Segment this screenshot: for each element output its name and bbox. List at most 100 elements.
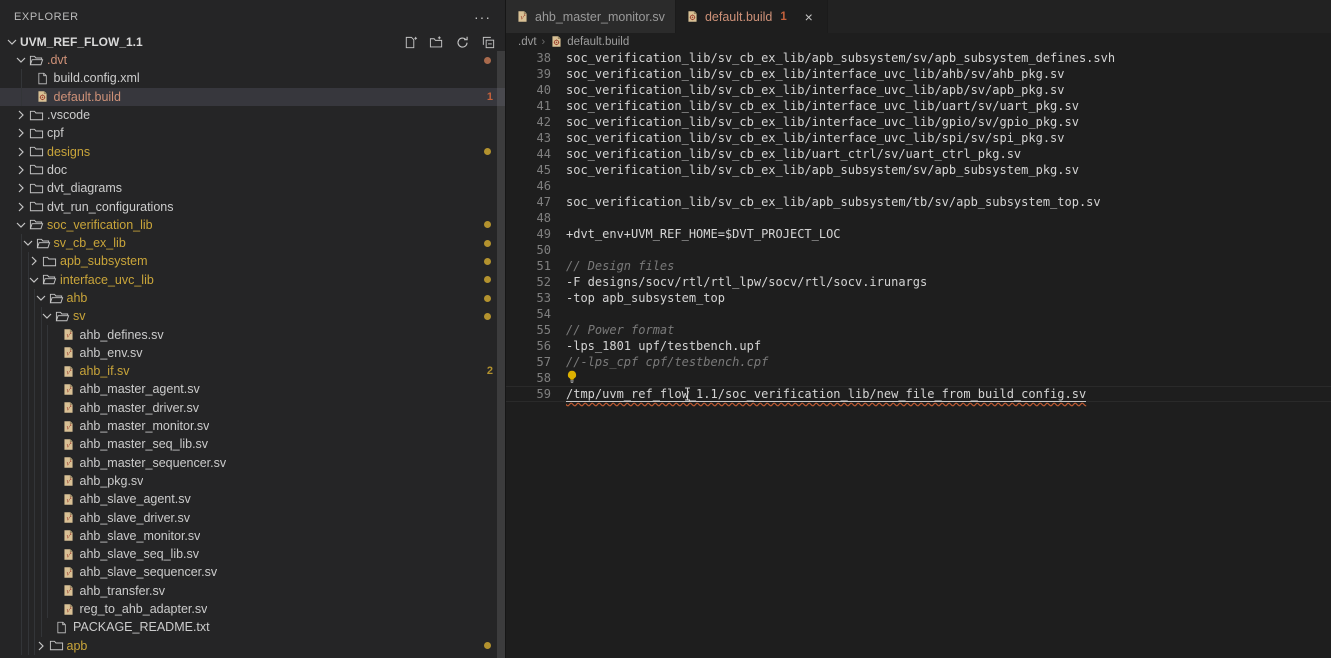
close-icon[interactable]: × [801,9,817,25]
error-file-link[interactable]: /tmp/uvm_ref_flow_1.1/soc_verification_l… [566,387,1086,402]
indent-guide [34,362,35,380]
project-section-header[interactable]: UVM_REF_FLOW_1.1 [0,33,505,51]
tree-item-build.config.xml[interactable]: build.config.xml [0,69,505,87]
tab-ahb_master_monitor.sv[interactable]: vahb_master_monitor.sv [506,0,676,33]
indent-guide [47,527,48,545]
tree-item-ahb_slave_sequencer.sv[interactable]: vahb_slave_sequencer.sv [0,563,505,581]
code-line-41[interactable]: 41soc_verification_lib/sv_cb_ex_lib/inte… [506,98,1331,114]
tree-item-ahb_pkg.sv[interactable]: vahb_pkg.sv [0,472,505,490]
code-line-39[interactable]: 39soc_verification_lib/sv_cb_ex_lib/inte… [506,66,1331,82]
new-folder-icon[interactable] [428,34,445,51]
tree-item-ahb[interactable]: ahb [0,289,505,307]
code-line-59[interactable]: 59/tmp/uvm_ref_flow_1.1/soc_verification… [506,386,1331,402]
code-line-49[interactable]: 49+dvt_env+UVM_REF_HOME=$DVT_PROJECT_LOC [506,226,1331,242]
indent-guide [21,454,22,472]
tree-item-ahb_slave_driver.sv[interactable]: vahb_slave_driver.sv [0,508,505,526]
line-number: 49 [506,226,551,242]
tree-item-.dvt[interactable]: .dvt [0,51,505,69]
breadcrumb-segment-.dvt[interactable]: .dvt [518,36,537,48]
line-number: 38 [506,50,551,66]
tree-item-sv[interactable]: sv [0,307,505,325]
tree-item-PACKAGE_README.txt[interactable]: PACKAGE_README.txt [0,618,505,636]
tree-item-designs[interactable]: designs [0,142,505,160]
folder-open-icon [55,308,73,324]
tree-item-ahb_transfer.sv[interactable]: vahb_transfer.sv [0,582,505,600]
indent-guide [41,490,42,508]
code-line-42[interactable]: 42soc_verification_lib/sv_cb_ex_lib/inte… [506,114,1331,130]
indent-guide [34,582,35,600]
tree-item-ahb_defines.sv[interactable]: vahb_defines.sv [0,325,505,343]
modified-dot [484,258,491,265]
comment-text: // Design files [566,258,674,274]
code-line-46[interactable]: 46 [506,178,1331,194]
tree-item-ahb_master_driver.sv[interactable]: vahb_master_driver.sv [0,399,505,417]
tree-item-reg_to_ahb_adapter.sv[interactable]: vreg_to_ahb_adapter.sv [0,600,505,618]
tree-item-sv_cb_ex_lib[interactable]: sv_cb_ex_lib [0,234,505,252]
modified-dot [484,240,491,247]
lightbulb-icon[interactable] [566,370,578,386]
breadcrumb-segment-default.build[interactable]: default.build [550,34,629,49]
code-line-45[interactable]: 45soc_verification_lib/sv_cb_ex_lib/apb_… [506,162,1331,178]
tree-item-ahb_master_monitor.sv[interactable]: vahb_master_monitor.sv [0,417,505,435]
tree-item-soc_verification_lib[interactable]: soc_verification_lib [0,216,505,234]
tree-item-ahb_slave_agent.sv[interactable]: vahb_slave_agent.sv [0,490,505,508]
indent-guide [41,344,42,362]
code-line-52[interactable]: 52-F designs/socv/rtl/rtl_lpw/socv/rtl/s… [506,274,1331,290]
more-actions-icon[interactable]: ··· [474,9,491,25]
new-file-icon[interactable] [402,34,419,51]
code-line-47[interactable]: 47soc_verification_lib/sv_cb_ex_lib/apb_… [506,194,1331,210]
tree-item-label: ahb_pkg.sv [80,474,144,488]
tree-item-apb[interactable]: apb [0,637,505,655]
code-line-51[interactable]: 51// Design files [506,258,1331,274]
tree-item-ahb_master_agent.sv[interactable]: vahb_master_agent.sv [0,380,505,398]
code-line-57[interactable]: 57//-lps_cpf cpf/testbench.cpf [506,354,1331,370]
file-sv-icon: v [62,363,80,379]
tree-item-label: ahb_master_monitor.sv [80,419,210,433]
code-line-38[interactable]: 38soc_verification_lib/sv_cb_ex_lib/apb_… [506,50,1331,66]
sidebar-scrollbar[interactable] [497,51,505,658]
tree-item-ahb_slave_monitor.sv[interactable]: vahb_slave_monitor.sv [0,527,505,545]
chevron-right-icon [13,180,29,196]
tree-item-cpf[interactable]: cpf [0,124,505,142]
indent-guide [28,435,29,453]
tree-item-ahb_master_seq_lib.sv[interactable]: vahb_master_seq_lib.sv [0,435,505,453]
code-line-54[interactable]: 54 [506,306,1331,322]
code-line-48[interactable]: 48 [506,210,1331,226]
tree-item-dvt_diagrams[interactable]: dvt_diagrams [0,179,505,197]
tree-item-default.build[interactable]: default.build1 [0,88,505,106]
code-line-53[interactable]: 53-top apb_subsystem_top [506,290,1331,306]
indent-guide [47,545,48,563]
chevron-right-icon [13,107,29,123]
tree-item-apb_subsystem[interactable]: apb_subsystem [0,252,505,270]
indent-guide [34,454,35,472]
chevron-right-icon [13,162,29,178]
explorer-header: EXPLORER ··· [0,0,505,33]
tree-item-.vscode[interactable]: .vscode [0,106,505,124]
tree-item-interface_uvc_lib[interactable]: interface_uvc_lib [0,271,505,289]
code-editor[interactable]: 38soc_verification_lib/sv_cb_ex_lib/apb_… [506,50,1331,658]
collapse-all-icon[interactable] [480,34,497,51]
tree-item-dvt_run_configurations[interactable]: dvt_run_configurations [0,197,505,215]
tree-item-ahb_if.sv[interactable]: vahb_if.sv2 [0,362,505,380]
code-line-43[interactable]: 43soc_verification_lib/sv_cb_ex_lib/inte… [506,130,1331,146]
tree-item-doc[interactable]: doc [0,161,505,179]
file-sv-icon: v [62,345,80,361]
tree-item-label: sv_cb_ex_lib [54,236,126,250]
code-line-56[interactable]: 56-lps_1801 upf/testbench.upf [506,338,1331,354]
indent-guide [41,563,42,581]
chevron-right-icon [13,199,29,215]
code-line-40[interactable]: 40soc_verification_lib/sv_cb_ex_lib/inte… [506,82,1331,98]
indent-guide [34,618,35,636]
code-line-55[interactable]: 55// Power format [506,322,1331,338]
tree-item-ahb_master_sequencer.sv[interactable]: vahb_master_sequencer.sv [0,454,505,472]
code-line-58[interactable]: 58 [506,370,1331,386]
folder-closed-icon [29,107,47,123]
tab-default.build[interactable]: default.build1× [676,0,828,33]
tree-item-ahb_env.sv[interactable]: vahb_env.sv [0,344,505,362]
refresh-icon[interactable] [454,34,471,51]
folder-open-icon [36,235,54,251]
code-line-50[interactable]: 50 [506,242,1331,258]
indent-guide [28,582,29,600]
code-line-44[interactable]: 44soc_verification_lib/sv_cb_ex_lib/uart… [506,146,1331,162]
tree-item-ahb_slave_seq_lib.sv[interactable]: vahb_slave_seq_lib.sv [0,545,505,563]
